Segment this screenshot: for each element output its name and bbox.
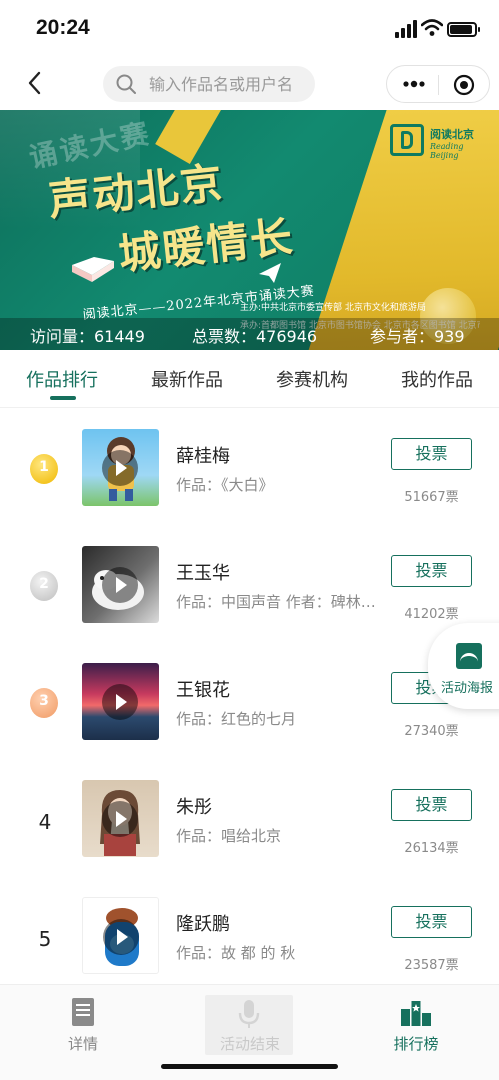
ranking-icon xyxy=(401,1001,431,1026)
banner-host: 主办:中共北京市委宣传部 北京市文化和旅游局 xyxy=(240,303,426,313)
play-icon[interactable] xyxy=(102,567,138,603)
work-thumbnail[interactable] xyxy=(82,897,159,974)
list-item[interactable]: 5 隆跃鹏 作品：故 都 的 秋 投票 23587票 xyxy=(0,876,499,984)
entrant-name: 王玉华 xyxy=(176,563,230,584)
vote-count: 51667票 xyxy=(404,490,459,505)
close-miniprogram-icon[interactable] xyxy=(453,74,475,96)
nav-ranking-label: 排行榜 xyxy=(393,1035,439,1053)
active-tab-indicator xyxy=(50,396,76,400)
cellular-signal-icon xyxy=(395,20,417,38)
list-item[interactable]: 1 薛桂梅 作品：《大白》 投票 51667票 xyxy=(0,408,499,525)
vote-button[interactable]: 投票 xyxy=(391,789,472,821)
tab-latest[interactable]: 最新作品 xyxy=(151,366,223,392)
work-thumbnail[interactable] xyxy=(82,663,159,740)
work-thumbnail[interactable] xyxy=(82,780,159,857)
more-icon[interactable] xyxy=(403,78,425,90)
search-input[interactable] xyxy=(149,71,309,97)
poster-label: 活动海报 xyxy=(441,681,494,696)
microphone-icon xyxy=(238,1000,260,1028)
list-item[interactable]: 2 王玉华 作品：中国声音 作者：碑林… 投票 41202票 xyxy=(0,525,499,642)
nav-activity-ended[interactable]: 活动结束 xyxy=(205,995,293,1055)
back-arrow-icon[interactable] xyxy=(24,70,48,96)
participant-count: 参与者：939 xyxy=(370,327,465,346)
total-votes: 总票数：476946 xyxy=(192,327,318,346)
work-thumbnail[interactable] xyxy=(82,429,159,506)
work-title: 作品：中国声音 作者：碑林… xyxy=(176,593,376,611)
entrant-name: 隆跃鹏 xyxy=(176,914,230,935)
entrant-name: 朱彤 xyxy=(176,797,212,818)
work-title: 作品：唱给北京 xyxy=(176,827,282,845)
search-bar[interactable] xyxy=(103,66,315,102)
paper-plane-icon xyxy=(259,263,281,283)
play-icon[interactable] xyxy=(103,919,139,955)
wifi-icon xyxy=(421,19,443,36)
nav-details-label: 详情 xyxy=(67,1035,98,1053)
list-item[interactable]: 4 朱彤 作品：唱给北京 投票 26134票 xyxy=(0,759,499,876)
work-thumbnail[interactable] xyxy=(82,546,159,623)
reading-beijing-logo: 阅读北京 Reading Beijing xyxy=(390,122,482,162)
event-banner[interactable]: 诵读大赛 声动北京 城暖情长 阅读北京——2022年北京市诵读大赛 阅读北京 R… xyxy=(0,110,499,350)
vote-count: 41202票 xyxy=(404,607,459,622)
entrant-name: 薛桂梅 xyxy=(176,446,230,467)
battery-icon xyxy=(447,22,480,37)
rank-number: 5 xyxy=(38,927,52,951)
book-icon xyxy=(72,257,114,282)
stats-bar: 访问量：61449 总票数：476946 参与者：939 xyxy=(0,318,499,350)
play-icon[interactable] xyxy=(102,684,138,720)
capsule-divider xyxy=(438,75,439,95)
vote-button[interactable]: 投票 xyxy=(391,906,472,938)
poster-icon xyxy=(456,643,482,669)
silver-medal-icon: 2 xyxy=(30,571,60,601)
vote-button[interactable]: 投票 xyxy=(391,438,472,470)
status-bar: 20:24 xyxy=(0,0,499,58)
nav-activity-ended-label: 活动结束 xyxy=(219,1035,280,1053)
ranking-list: 1 薛桂梅 作品：《大白》 投票 51667票 2 王玉华 作品：中国声音 作者… xyxy=(0,408,499,984)
tab-institutions[interactable]: 参赛机构 xyxy=(276,366,348,392)
tab-bar: 作品排行 最新作品 参赛机构 我的作品 xyxy=(0,350,499,408)
nav-details[interactable]: 详情 xyxy=(38,995,128,1057)
tab-ranking[interactable]: 作品排行 xyxy=(26,366,98,392)
vote-count: 23587票 xyxy=(404,958,459,973)
work-title: 作品：故 都 的 秋 xyxy=(176,944,296,962)
gold-medal-icon: 1 xyxy=(30,454,60,484)
play-icon[interactable] xyxy=(102,450,138,486)
activity-poster-button[interactable]: 活动海报 xyxy=(428,623,499,709)
status-time: 20:24 xyxy=(36,16,90,39)
nav-ranking[interactable]: 排行榜 xyxy=(371,995,461,1057)
search-icon xyxy=(116,74,136,94)
entrant-name: 王银花 xyxy=(176,680,230,701)
home-indicator xyxy=(161,1064,338,1069)
vote-button[interactable]: 投票 xyxy=(391,555,472,587)
vote-count: 27340票 xyxy=(404,724,459,739)
document-icon xyxy=(72,998,94,1026)
vote-count: 26134票 xyxy=(404,841,459,856)
play-icon[interactable] xyxy=(102,801,138,837)
bronze-medal-icon: 3 xyxy=(30,688,60,718)
list-item[interactable]: 3 王银花 作品：红色的七月 投票 27340票 xyxy=(0,642,499,759)
work-title: 作品：《大白》 xyxy=(176,476,274,494)
rank-number: 4 xyxy=(38,810,52,834)
nav-bar xyxy=(0,58,499,110)
work-title: 作品：红色的七月 xyxy=(176,710,297,728)
tab-my-works[interactable]: 我的作品 xyxy=(401,366,473,392)
miniprogram-capsule xyxy=(386,65,490,103)
visit-count: 访问量：61449 xyxy=(30,327,145,346)
